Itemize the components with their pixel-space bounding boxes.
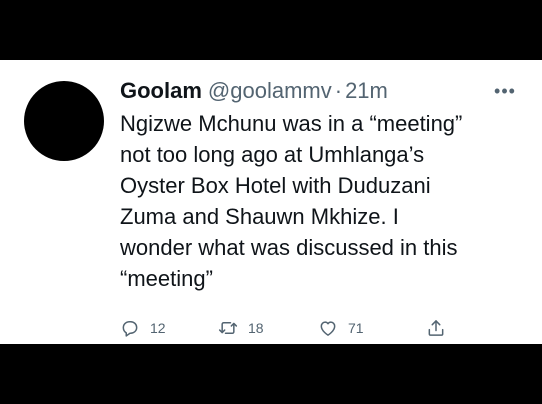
retweet-button[interactable]: 18 — [218, 316, 264, 340]
separator-dot: · — [334, 78, 343, 103]
share-button[interactable] — [426, 316, 446, 340]
reply-button[interactable]: 12 — [120, 316, 166, 340]
like-button[interactable]: 71 — [318, 316, 364, 340]
retweet-icon — [218, 318, 238, 338]
retweet-count: 18 — [248, 320, 264, 336]
reply-icon — [120, 318, 140, 338]
tweet-content: Goolam @goolammv · 21m ••• Ngizwe Mchunu… — [120, 74, 520, 294]
tweet-header: Goolam @goolammv · 21m — [120, 74, 520, 108]
more-icon[interactable]: ••• — [488, 76, 522, 106]
user-handle[interactable]: @goolammv — [208, 74, 332, 108]
reply-count: 12 — [150, 320, 166, 336]
display-name[interactable]: Goolam — [120, 74, 202, 108]
tweet-text-line: Ngizwe Mchunu was in a “meeting” — [120, 111, 463, 136]
like-count: 71 — [348, 320, 364, 336]
tweet-text-line: Oyster Box Hotel with Duduzani — [120, 173, 431, 198]
tweet-text-line: wonder what was discussed in this — [120, 235, 458, 260]
tweet-card[interactable]: Goolam @goolammv · 21m ••• Ngizwe Mchunu… — [0, 60, 542, 344]
share-icon — [426, 318, 446, 338]
heart-icon — [318, 318, 338, 338]
tweet-actions: 12 18 71 — [120, 316, 460, 340]
avatar[interactable] — [24, 81, 104, 161]
tweet-text-line: Zuma and Shauwn Mkhize. I — [120, 204, 399, 229]
tweet-text: Ngizwe Mchunu was in a “meeting” not too… — [120, 108, 520, 294]
tweet-text-line: not too long ago at Umhlanga’s — [120, 142, 425, 167]
screenshot-frame: Goolam @goolammv · 21m ••• Ngizwe Mchunu… — [0, 0, 542, 404]
tweet-text-line: “meeting” — [120, 266, 213, 291]
timestamp[interactable]: 21m — [345, 74, 388, 108]
